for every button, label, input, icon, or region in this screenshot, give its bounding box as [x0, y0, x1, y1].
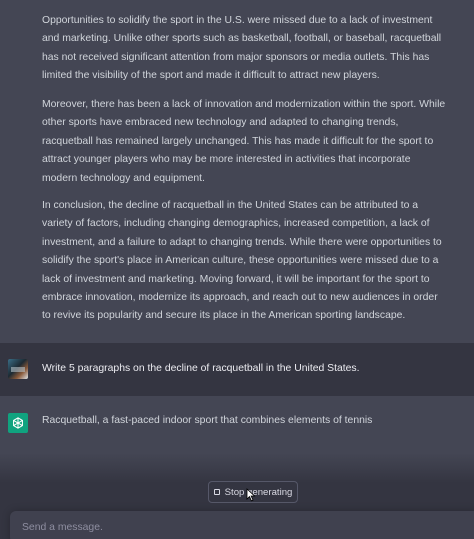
message-input-placeholder: Send a message.	[22, 521, 103, 533]
mouse-pointer-icon	[246, 488, 256, 502]
chat-page: Opportunities to solidify the sport in t…	[0, 0, 474, 539]
user-avatar	[8, 359, 28, 379]
user-message: Write 5 paragraphs on the decline of rac…	[0, 343, 474, 396]
message-input[interactable]: Send a message.	[10, 511, 474, 539]
assistant-paragraph: Opportunities to solidify the sport in t…	[42, 15, 442, 82]
user-message-text: Write 5 paragraphs on the decline of rac…	[42, 363, 360, 374]
assistant-paragraph: In conclusion, the decline of racquetbal…	[42, 200, 442, 322]
assistant-message-previous: Opportunities to solidify the sport in t…	[0, 0, 474, 343]
assistant-paragraph: Moreover, there has been a lack of innov…	[42, 99, 446, 184]
assistant-message-text: Racquetball, a fast-paced indoor sport t…	[42, 415, 373, 426]
stop-square-icon	[213, 489, 220, 495]
openai-logo-icon	[8, 413, 28, 433]
assistant-message-current: Racquetball, a fast-paced indoor sport t…	[0, 396, 474, 453]
stop-generating-label: Stop generating	[224, 486, 293, 498]
